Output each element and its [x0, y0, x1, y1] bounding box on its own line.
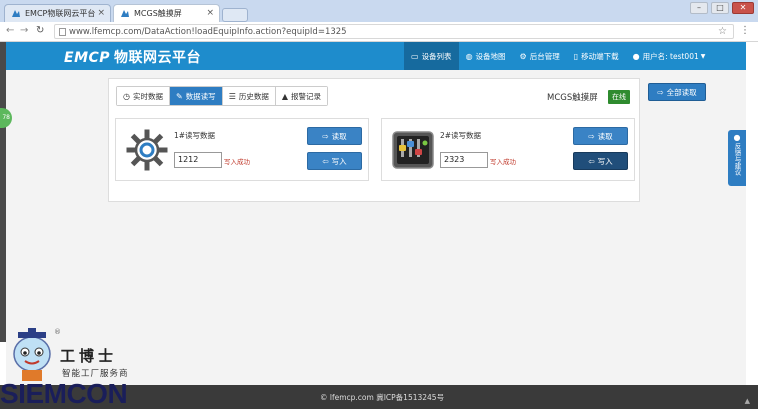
browser-tab-label: EMCP物联网云平台	[25, 9, 96, 18]
copyright-icon: ©	[320, 393, 328, 402]
nav-device-map[interactable]: ◍ 设备地图	[459, 42, 513, 70]
watermark-chinese-brand: 工博士	[60, 347, 118, 365]
tab-realtime-data[interactable]: ◷ 实时数据	[117, 87, 170, 105]
value-input[interactable]: 1212	[174, 152, 222, 168]
close-window-button[interactable]: ✕	[732, 2, 754, 14]
pencil-icon: ✎	[175, 91, 183, 101]
reload-icon[interactable]: ↻	[36, 25, 44, 36]
globe-icon: ◍	[465, 51, 473, 61]
url-text: www.lfemcp.com/DataAction!loadEquipInfo.…	[69, 27, 347, 37]
tab-label: 报警记录	[291, 91, 322, 101]
site-favicon-icon	[121, 10, 129, 17]
read-button-label: 读取	[331, 131, 347, 141]
cogs-icon: ⚙	[519, 51, 527, 61]
page-icon	[59, 28, 66, 36]
tab-alarm-records[interactable]: ▲ 报警记录	[275, 87, 328, 105]
browser-tab-bar: EMCP物联网云平台 × MCGS触摸屏 × – □ ✕	[0, 0, 758, 22]
tab-data-read-write[interactable]: ✎ 数据读写	[169, 87, 223, 105]
write-button-label: 写入	[331, 156, 347, 166]
device-panel: ◷ 实时数据 ✎ 数据读写 ☰ 历史数据 ▲ 报警记录 MCGS触摸屏 在线 1…	[108, 78, 640, 202]
top-nav: ▭ 设备列表 ◍ 设备地图 ⚙ 后台管理 ▯ 移动端下载 ● 用户名: test…	[404, 42, 712, 70]
status-badge: 在线	[608, 90, 630, 104]
caret-down-icon: ▼	[700, 52, 706, 60]
clock-icon: ◷	[123, 91, 130, 101]
write-status: 写入成功	[224, 158, 250, 166]
tab-label: 实时数据	[132, 91, 163, 101]
nav-device-list[interactable]: ▭ 设备列表	[404, 42, 459, 70]
bell-icon: ▲	[281, 91, 289, 101]
tab-label: 数据读写	[185, 91, 216, 101]
browser-tab-emcp[interactable]: EMCP物联网云平台 ×	[4, 4, 111, 22]
bookmark-star-icon[interactable]: ☆	[718, 26, 727, 37]
write-button-label: 写入	[597, 156, 613, 166]
forward-arrow-icon[interactable]: →	[20, 25, 28, 36]
nav-label: 后台管理	[529, 51, 560, 61]
back-arrow-icon[interactable]: ←	[6, 25, 14, 36]
nav-label: 设备地图	[475, 51, 506, 61]
nav-label: 设备列表	[421, 51, 452, 61]
logo-text: 物联网云平台	[114, 50, 202, 66]
left-badge-count: 78	[2, 114, 10, 121]
control-panel-icon	[392, 131, 434, 169]
tab-history-data[interactable]: ☰ 历史数据	[222, 87, 276, 105]
watermark-siemcon: SIEMCON	[0, 378, 128, 409]
page: EMCP物联网云平台 × MCGS触摸屏 × – □ ✕ ← → ↻ www.l…	[0, 0, 758, 409]
device-name: MCGS触摸屏	[547, 93, 598, 103]
scroll-top-icon[interactable]: ▲	[745, 397, 750, 405]
sign-in-icon: ⇨	[657, 87, 664, 97]
read-all-button[interactable]: ⇨ 全部读取	[648, 83, 706, 101]
read-button[interactable]: ⇨ 读取	[307, 127, 362, 145]
write-status: 写入成功	[490, 158, 516, 166]
registered-mark: ®	[54, 328, 61, 336]
logo-brand: EMCP	[64, 50, 111, 66]
app-header: EMCP 物联网云平台 ▭ 设备列表 ◍ 设备地图 ⚙ 后台管理 ▯ 移动端下载 …	[6, 42, 746, 70]
sign-in-icon: ⇨	[322, 131, 329, 141]
sign-out-icon: ⇦	[588, 156, 595, 166]
list-icon: ☰	[228, 91, 236, 101]
feedback-label: 反馈与建议	[733, 143, 741, 176]
nav-mobile-download[interactable]: ▯ 移动端下载	[567, 42, 626, 70]
read-all-label: 全部读取	[666, 87, 697, 97]
user-icon: ●	[632, 51, 640, 61]
site-favicon-icon	[12, 10, 20, 17]
window-controls: – □ ✕	[690, 2, 754, 14]
panel-tabs: ◷ 实时数据 ✎ 数据读写 ☰ 历史数据 ▲ 报警记录	[116, 86, 329, 106]
maximize-button[interactable]: □	[711, 2, 729, 14]
browser-menu-icon[interactable]: ⋮	[740, 25, 750, 36]
card-title: 2#读写数据	[440, 131, 482, 140]
nav-label: 移动端下载	[581, 51, 619, 61]
app-logo[interactable]: EMCP 物联网云平台	[64, 47, 201, 67]
new-tab-button[interactable]	[222, 8, 248, 22]
monitor-icon: ▭	[411, 51, 419, 61]
chat-bubble-icon: ●	[733, 133, 741, 142]
phone-icon: ▯	[573, 51, 579, 61]
footer-label: lfemcp.com 冀ICP备1513245号	[329, 393, 445, 402]
write-button[interactable]: ⇦ 写入	[307, 152, 362, 170]
address-bar: ← → ↻ www.lfemcp.com/DataAction!loadEqui…	[0, 22, 758, 42]
mascot-logo-icon	[13, 328, 51, 381]
close-tab-icon[interactable]: ×	[206, 8, 214, 18]
sign-out-icon: ⇦	[322, 156, 329, 166]
close-tab-icon[interactable]: ×	[97, 8, 105, 18]
tab-label: 历史数据	[238, 91, 269, 101]
url-field[interactable]: www.lfemcp.com/DataAction!loadEquipInfo.…	[54, 24, 734, 39]
nav-label: 用户名: test001	[642, 51, 699, 61]
feedback-tab[interactable]: ● 反馈与建议	[728, 130, 746, 186]
read-write-card-2: 2#读写数据 2323 写入成功 ⇨ 读取 ⇦ 写入	[381, 118, 635, 181]
write-button[interactable]: ⇦ 写入	[573, 152, 628, 170]
minimize-button[interactable]: –	[690, 2, 708, 14]
browser-tab-mcgs[interactable]: MCGS触摸屏 ×	[113, 4, 220, 22]
gear-icon	[126, 129, 168, 171]
browser-tab-label: MCGS触摸屏	[134, 9, 182, 18]
value-input[interactable]: 2323	[440, 152, 488, 168]
nav-user-menu[interactable]: ● 用户名: test001 ▼	[626, 42, 713, 70]
read-button-label: 读取	[597, 131, 613, 141]
read-write-card-1: 1#读写数据 1212 写入成功 ⇨ 读取 ⇦ 写入	[115, 118, 369, 181]
read-button[interactable]: ⇨ 读取	[573, 127, 628, 145]
nav-admin[interactable]: ⚙ 后台管理	[513, 42, 567, 70]
card-title: 1#读写数据	[174, 131, 216, 140]
footer-text: © lfemcp.com 冀ICP备1513245号	[320, 392, 444, 403]
sign-in-icon: ⇨	[588, 131, 595, 141]
main-area: ◷ 实时数据 ✎ 数据读写 ☰ 历史数据 ▲ 报警记录 MCGS触摸屏 在线 1…	[6, 70, 746, 385]
